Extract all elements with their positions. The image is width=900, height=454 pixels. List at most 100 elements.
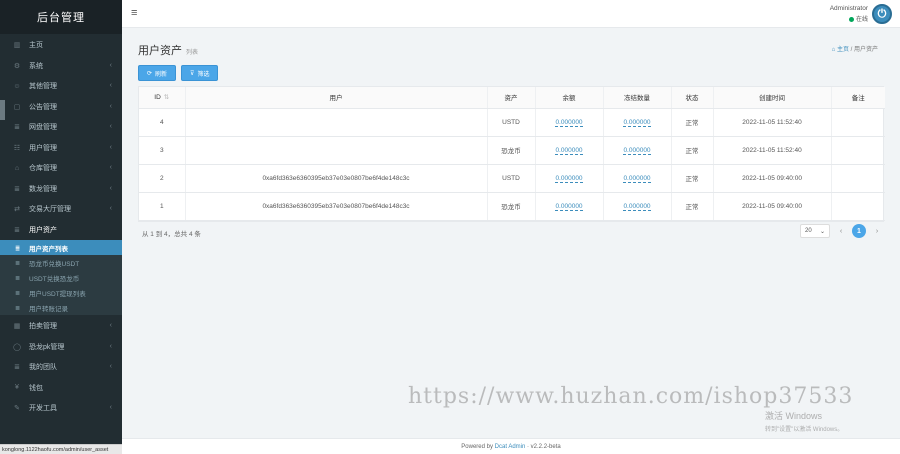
sidebar-item-top-5[interactable]: ☷ 用户管理 ‹ xyxy=(0,138,122,159)
submenu-item-4[interactable]: ≣ 用户转账记录 xyxy=(0,300,122,315)
sidebar-item-top-6[interactable]: ⌂ 仓库管理 ‹ xyxy=(0,158,122,179)
list-icon: ≣ xyxy=(14,124,20,132)
dcat-admin-link[interactable]: Dcat Admin xyxy=(495,444,526,450)
cell-created: 2022-11-05 09:40:00 xyxy=(713,164,832,193)
page-title: 用户资产 列表 xyxy=(138,42,198,58)
page-size-select[interactable]: 20 ⌄ xyxy=(800,224,830,238)
sidebar-submenu-user-assets: ≣ 用户资产列表 ≣ 恐龙币兑换USDT ≣ USDT兑换恐龙币 ≣ 用户USDT提现列表 ≣ 用… xyxy=(0,240,122,315)
sidebar-item-label: 开发工具 xyxy=(29,405,57,413)
editable-frozen[interactable]: 0.000000 xyxy=(623,174,651,183)
chevron-left-icon: ‹ xyxy=(109,164,112,171)
cell-asset: USTD xyxy=(487,164,536,193)
chevron-left-icon: ‹ xyxy=(109,404,112,411)
cell-id: 2 xyxy=(139,164,186,193)
user-info[interactable]: Administrator 在线 xyxy=(830,5,868,23)
prev-page-button[interactable]: ‹ xyxy=(834,224,848,238)
sort-icon[interactable]: ⇅ xyxy=(164,94,169,101)
username: Administrator xyxy=(829,5,868,12)
footer: Powered by Dcat Admin · v2.2.2-beta xyxy=(122,438,900,454)
bank-icon: ⌂ xyxy=(14,164,20,172)
table-row: 4 USTD 0.000000 0.000000 正常 2022-11-05 11:52:… xyxy=(139,108,885,137)
watermark-text: https://www.huzhan.com/ishop37533 xyxy=(408,384,854,409)
chevron-left-icon: ‹ xyxy=(109,363,112,370)
chevron-down-icon: ⌄ xyxy=(819,228,825,235)
editable-frozen[interactable]: 0.000000 xyxy=(623,146,651,155)
list-icon: ≣ xyxy=(14,226,20,234)
cell-id: 4 xyxy=(139,108,186,137)
editable-balance[interactable]: 0.000000 xyxy=(555,146,583,155)
sidebar-item-top-7[interactable]: ≣ 数龙管理 ‹ xyxy=(0,179,122,200)
breadcrumb-home-link[interactable]: ⌂ 主页 xyxy=(832,47,849,53)
filter-button[interactable]: ⊽ 筛选 xyxy=(181,65,219,81)
editable-frozen[interactable]: 0.000000 xyxy=(623,118,651,127)
sidebar-item-bottom-1[interactable]: ◯ 恐龙pk管理 ‹ xyxy=(0,337,122,358)
cell-status: 正常 xyxy=(671,164,714,193)
column-header: 冻结数量 xyxy=(603,87,672,109)
sidebar-item-label: 恐龙pk管理 xyxy=(29,343,65,351)
submenu-item-1[interactable]: ≣ 恐龙币兑换USDT xyxy=(0,255,122,270)
submenu-item-2[interactable]: ≣ USDT兑换恐龙币 xyxy=(0,270,122,285)
sidebar-item-label: 数龙管理 xyxy=(29,185,57,193)
sidebar: 后台管理 ▥ 主页 ⚙ 系统 ‹ ☺ 其他管理 ‹ ▢ 公告管理 ‹ ≣ 网盘管理 ‹ ☷ 用户管理 ‹ ⌂ 仓库管… xyxy=(0,0,122,454)
chevron-left-icon: ‹ xyxy=(109,205,112,212)
sidebar-menu-bottom: ▦ 拍卖管理 ‹ ◯ 恐龙pk管理 ‹ ≣ 我的团队 ‹ ¥ 钱包 ✎ 开发工具 ‹ xyxy=(0,315,122,419)
yen-icon: ¥ xyxy=(15,384,19,392)
sidebar-item-top-9[interactable]: ≣ 用户资产 xyxy=(0,220,122,241)
chevron-left-icon: ‹ xyxy=(109,184,112,192)
cell-frozen: 0.000000 xyxy=(603,164,672,193)
column-header[interactable]: ID ⇅ xyxy=(139,87,186,109)
submenu-item-3[interactable]: ≣ 用户USDT提现列表 xyxy=(0,285,122,300)
sidebar-item-bottom-4[interactable]: ✎ 开发工具 ‹ xyxy=(0,398,122,419)
cell-user xyxy=(185,108,488,137)
sidebar-edge-handle[interactable] xyxy=(0,100,5,120)
sidebar-item-top-2[interactable]: ☺ 其他管理 ‹ xyxy=(0,76,122,97)
activation-title: 激活 Windows xyxy=(765,411,823,421)
column-header: 用户 xyxy=(185,87,488,109)
users-icon: ☷ xyxy=(13,144,21,152)
activation-subtitle: 转到"设置"以激活 Windows。 xyxy=(765,427,844,433)
avatar[interactable]: ⏻ xyxy=(872,4,892,24)
brand-logo[interactable]: 后台管理 xyxy=(0,0,122,34)
sidebar-item-label: 用户管理 xyxy=(29,144,57,152)
menu-toggle-icon[interactable]: ≡ xyxy=(131,7,137,19)
gear-icon: ⚙ xyxy=(13,62,21,70)
sidebar-item-bottom-0[interactable]: ▦ 拍卖管理 ‹ xyxy=(0,316,122,337)
sidebar-item-bottom-2[interactable]: ≣ 我的团队 ‹ xyxy=(0,357,122,378)
sidebar-item-top-0[interactable]: ▥ 主页 xyxy=(0,35,122,56)
list-icon: ≣ xyxy=(15,275,21,282)
table-row: 3 恐龙币 0.000000 0.000000 正常 2022-11-05 11:52:4… xyxy=(139,136,885,165)
sidebar-item-top-3[interactable]: ▢ 公告管理 ‹ xyxy=(0,97,122,118)
sidebar-item-bottom-3[interactable]: ¥ 钱包 xyxy=(0,378,122,399)
cell-user xyxy=(185,136,488,165)
breadcrumb: ⌂ 主页 / 用户资产 xyxy=(831,47,878,53)
table-header-row: ID ⇅ 用户 资产 余额 冻结数量 状态 创建时间 备注 xyxy=(139,87,885,109)
table-row: 2 0xa6fd363e6360395eb37e03e0807be6f4de148… xyxy=(139,164,885,193)
cell-user: 0xa6fd363e6360395eb37e03e0807be6f4de148c… xyxy=(185,192,488,221)
cell-frozen: 0.000000 xyxy=(603,192,672,221)
submenu-item-0[interactable]: ≣ 用户资产列表 xyxy=(0,240,122,255)
page-subtitle: 列表 xyxy=(186,50,199,56)
submenu-item-label: 用户USDT提现列表 xyxy=(29,290,86,298)
sidebar-item-label: 交易大厅管理 xyxy=(29,206,71,214)
chevron-left-icon: ‹ xyxy=(109,342,112,350)
submenu-item-label: 用户转账记录 xyxy=(29,305,68,313)
editable-frozen[interactable]: 0.000000 xyxy=(623,202,651,211)
sidebar-item-top-4[interactable]: ≣ 网盘管理 ‹ xyxy=(0,117,122,138)
cell-user: 0xa6fd363e6360395eb37e03e0807be6f4de148c… xyxy=(185,164,488,193)
current-page-button[interactable]: 1 xyxy=(852,224,866,238)
breadcrumb-current: 用户资产 xyxy=(853,47,878,53)
cell-id: 1 xyxy=(139,192,186,221)
next-page-button[interactable]: › xyxy=(870,224,884,238)
sidebar-item-label: 网盘管理 xyxy=(29,124,57,132)
cell-remark xyxy=(831,192,885,221)
editable-balance[interactable]: 0.000000 xyxy=(555,174,583,183)
dashboard-icon: ▥ xyxy=(13,42,21,50)
sidebar-item-top-8[interactable]: ⇄ 交易大厅管理 ‹ xyxy=(0,199,122,220)
editable-balance[interactable]: 0.000000 xyxy=(555,118,583,127)
refresh-button[interactable]: ⟳ 刷新 xyxy=(138,65,177,81)
sidebar-item-top-1[interactable]: ⚙ 系统 ‹ xyxy=(0,56,122,77)
cell-asset: USTD xyxy=(487,108,536,137)
circle-icon: ◯ xyxy=(13,343,21,351)
editable-balance[interactable]: 0.000000 xyxy=(555,202,583,211)
chevron-left-icon: ‹ xyxy=(109,322,112,329)
